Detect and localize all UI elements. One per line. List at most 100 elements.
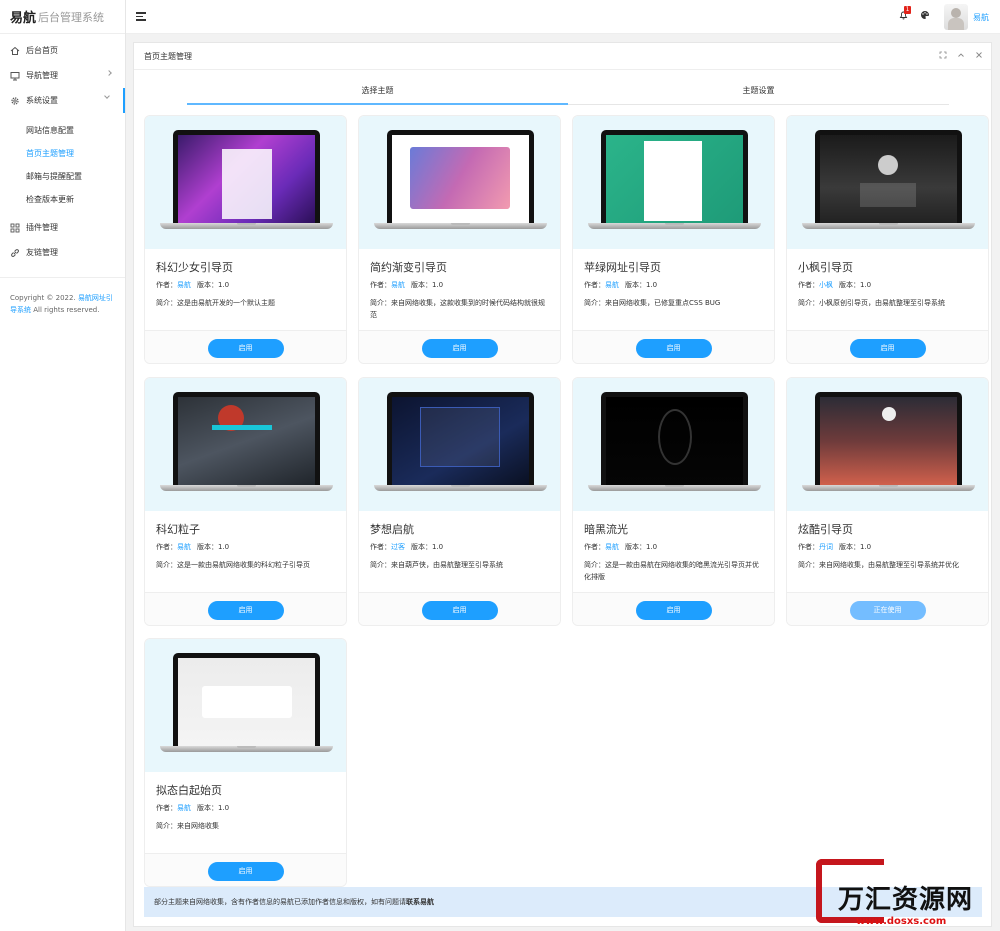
theme-author[interactable]: 易航 [605,543,619,551]
avatar[interactable] [944,4,968,30]
theme-desc: 简介：这是一款由易航在网络收集的暗黑流光引导页并优化排版 [584,559,763,583]
theme-author[interactable]: 易航 [177,543,191,551]
card-footer: 启用 [573,593,774,625]
notice-text: 部分主题来自网络收集，含有作者信息的易航已添加作者信息和版权，如有问题请 [154,898,406,906]
logo-brand: 易航 [10,11,37,26]
username[interactable]: 易航 [973,12,989,23]
card-footer: 启用 [359,593,560,625]
sidebar-item-plugins[interactable]: 插件管理 [0,215,125,240]
panel-title: 首页主题管理 [134,43,991,70]
theme-preview[interactable] [787,116,988,249]
card-footer: 启用 [359,331,560,363]
enable-theme-button[interactable]: 启用 [207,600,284,620]
laptop-mockup [160,130,333,230]
card-footer: 启用 [573,331,774,363]
theme-preview[interactable] [145,116,346,249]
version-label: 版本： [625,281,646,289]
close-icon[interactable] [975,51,983,59]
sidebar-item-label: 系统设置 [26,96,58,105]
theme-card: 科幻粒子作者：易航 版本：1.0 简介：这是一款由易航网络收集的科幻粒子引导页启用 [144,377,347,626]
sidebar-item-settings[interactable]: 系统设置 [0,88,125,113]
laptop-mockup [588,392,761,492]
gear-icon [11,96,19,105]
version-label: 版本： [625,543,646,551]
sidebar-subitem-mail[interactable]: 邮箱与提醒配置 [0,165,125,188]
theme-desc-text: 这是由易航开发的一个默认主题 [177,299,275,307]
tab-select-theme[interactable]: 选择主题 [187,81,568,105]
theme-card: 小枫引导页作者：小枫 版本：1.0 简介：小枫原创引导页，由易航整理至引导系统启用 [786,115,989,364]
theme-author[interactable]: 易航 [605,281,619,289]
enable-theme-button[interactable]: 启用 [207,338,284,358]
author-label: 作者： [798,281,819,289]
theme-desc-text: 来自网络收集，这款收集到的时候代码结构就很规范 [370,299,545,319]
theme-desc: 简介：来自网络收集 [156,820,335,832]
theme-title: 简约渐变引导页 [370,261,447,274]
theme-author[interactable]: 小枫 [819,281,833,289]
sidebar-item-links[interactable]: 友链管理 [0,240,125,265]
theme-desc: 简介：来自网络收集，已修复重点CSS BUG [584,297,763,309]
enable-theme-button[interactable]: 启用 [635,338,712,358]
theme-desc-text: 这是一款由易航网络收集的科幻粒子引导页 [177,561,310,569]
tab-theme-settings[interactable]: 主题设置 [568,81,949,105]
theme-meta: 作者：易航 版本：1.0 [584,542,763,552]
enable-theme-button[interactable]: 启用 [421,600,498,620]
menu-toggle-icon[interactable] [136,12,146,21]
theme-desc: 简介：小枫原创引导页，由易航整理至引导系统 [798,297,977,309]
theme-desc-text: 来自葫芦侠，由易航整理至引导系统 [391,561,503,569]
theme-author[interactable]: 易航 [177,281,191,289]
version-label: 版本： [411,543,432,551]
sidebar-item-label: 友链管理 [26,248,58,257]
theme-preview[interactable] [787,378,988,511]
theme-meta: 作者：易航 版本：1.0 [156,542,335,552]
theme-version: 1.0 [218,281,230,289]
author-label: 作者： [584,281,605,289]
desc-label: 简介： [798,299,819,307]
sidebar-subitem-update[interactable]: 检查版本更新 [0,188,125,211]
theme-preview[interactable] [145,639,346,772]
theme-preview[interactable] [359,116,560,249]
enable-theme-button[interactable]: 正在使用 [849,600,926,620]
theme-author[interactable]: 易航 [391,281,405,289]
theme-title: 小枫引导页 [798,261,853,274]
laptop-mockup [802,392,975,492]
theme-meta: 作者：丹词 版本：1.0 [798,542,977,552]
theme-meta: 作者：小枫 版本：1.0 [798,280,977,290]
theme-desc: 简介：来自网络收集，由易航整理至引导系统并优化 [798,559,977,571]
sidebar-item-nav[interactable]: 导航管理 [0,63,125,88]
palette-icon[interactable] [920,10,930,20]
theme-preview[interactable] [359,378,560,511]
version-label: 版本： [839,543,860,551]
theme-author[interactable]: 丹词 [819,543,833,551]
sidebar-subitem-site-info[interactable]: 网站信息配置 [0,119,125,142]
theme-title: 拟态白起始页 [156,784,222,797]
theme-preview[interactable] [145,378,346,511]
fullscreen-icon[interactable] [939,51,947,59]
enable-theme-button[interactable]: 启用 [635,600,712,620]
sidebar-item-label: 导航管理 [26,71,58,80]
theme-version: 1.0 [646,281,658,289]
theme-title: 科幻粒子 [156,523,200,536]
desc-label: 简介： [584,299,605,307]
theme-title: 炫酷引导页 [798,523,853,536]
theme-title: 梦想启航 [370,523,414,536]
top-bar: 1 易航 [126,0,1000,34]
enable-theme-button[interactable]: 启用 [421,338,498,358]
theme-card: 梦想启航 作者：过客 版本：1.0 简介：来自葫芦侠，由易航整理至引导系统 启用 [358,377,561,626]
logo[interactable]: 易航 后台管理系统 [0,0,125,34]
theme-author[interactable]: 过客 [391,543,405,551]
laptop-mockup [160,653,333,753]
author-label: 作者： [156,543,177,551]
enable-theme-button[interactable]: 启用 [849,338,926,358]
theme-desc: 简介：这是一款由易航网络收集的科幻粒子引导页 [156,559,335,571]
sidebar-item-home[interactable]: 后台首页 [0,38,125,63]
theme-preview[interactable] [573,116,774,249]
theme-card: 科幻少女引导页 作者：易航 版本：1.0 简介：这是由易航开发的一个默认主题 启用 [144,115,347,364]
theme-preview[interactable] [573,378,774,511]
notice-contact[interactable]: 联系易航 [406,897,434,907]
version-label: 版本： [197,543,218,551]
sidebar-subitem-theme[interactable]: 首页主题管理 [0,142,125,165]
collapse-icon[interactable] [957,51,965,59]
enable-theme-button[interactable]: 启用 [207,861,284,881]
theme-version: 1.0 [646,543,658,551]
theme-author[interactable]: 易航 [177,804,191,812]
